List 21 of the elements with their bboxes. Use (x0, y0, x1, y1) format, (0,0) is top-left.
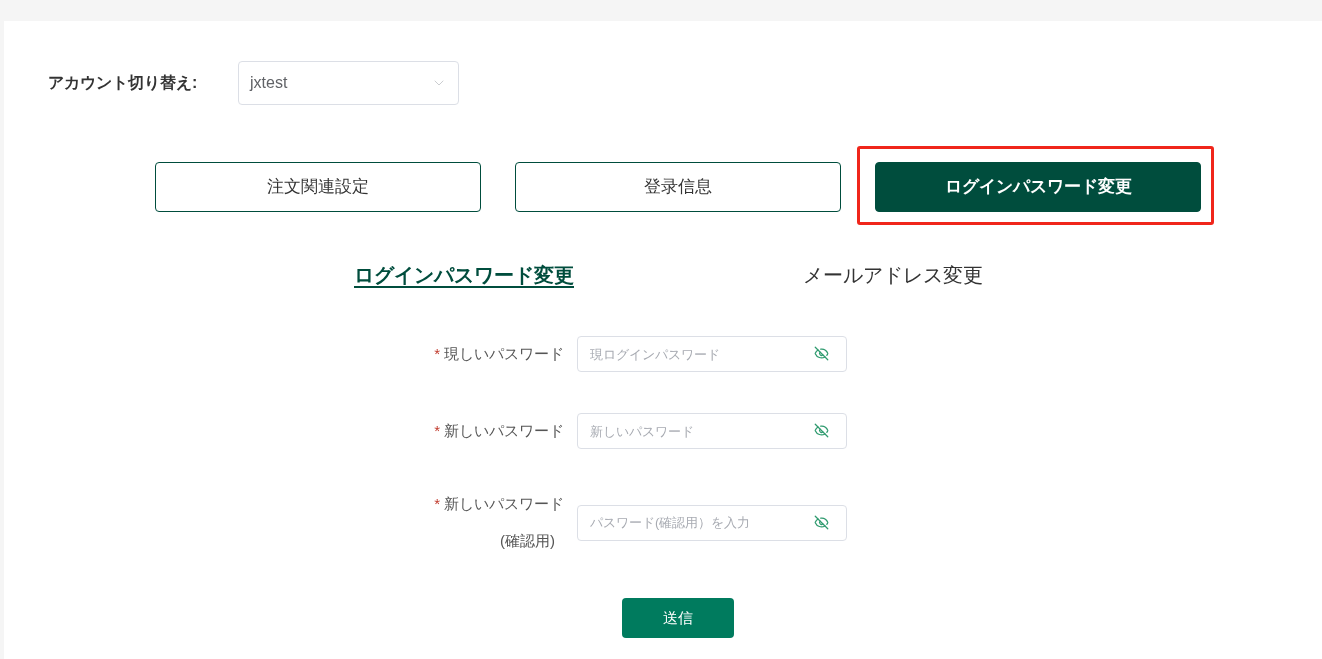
tab[interactable]: ログインパスワード変更 (314, 260, 614, 290)
required-mark: * (434, 494, 440, 514)
eye-off-icon[interactable] (814, 346, 829, 361)
eye-off-icon[interactable] (814, 423, 829, 438)
required-mark: * (434, 420, 440, 441)
section-button[interactable]: 登录信息 (515, 162, 841, 212)
field-label-note: (確認用) (500, 530, 555, 551)
account-select[interactable]: jxtest (238, 61, 459, 105)
eye-off-icon[interactable] (814, 514, 829, 530)
required-mark: * (434, 343, 440, 364)
submit-button[interactable]: 送信 (622, 598, 734, 638)
password-field[interactable]: 現ログインパスワード (577, 336, 847, 372)
tab[interactable]: メールアドレス変更 (743, 260, 1043, 290)
field-label: 新しいパスワード (444, 494, 564, 514)
password-field[interactable]: 新しいパスワード (577, 413, 847, 449)
field-label: 新しいパスワード (444, 420, 564, 441)
account-switch-label: アカウント切り替え: (48, 73, 199, 93)
section-button[interactable]: ログインパスワード変更 (875, 162, 1201, 212)
password-field[interactable]: パスワード(確認用）を入力 (577, 504, 847, 541)
field-label: 現しいパスワード (444, 343, 564, 364)
section-button[interactable]: 注文関連設定 (155, 162, 481, 212)
